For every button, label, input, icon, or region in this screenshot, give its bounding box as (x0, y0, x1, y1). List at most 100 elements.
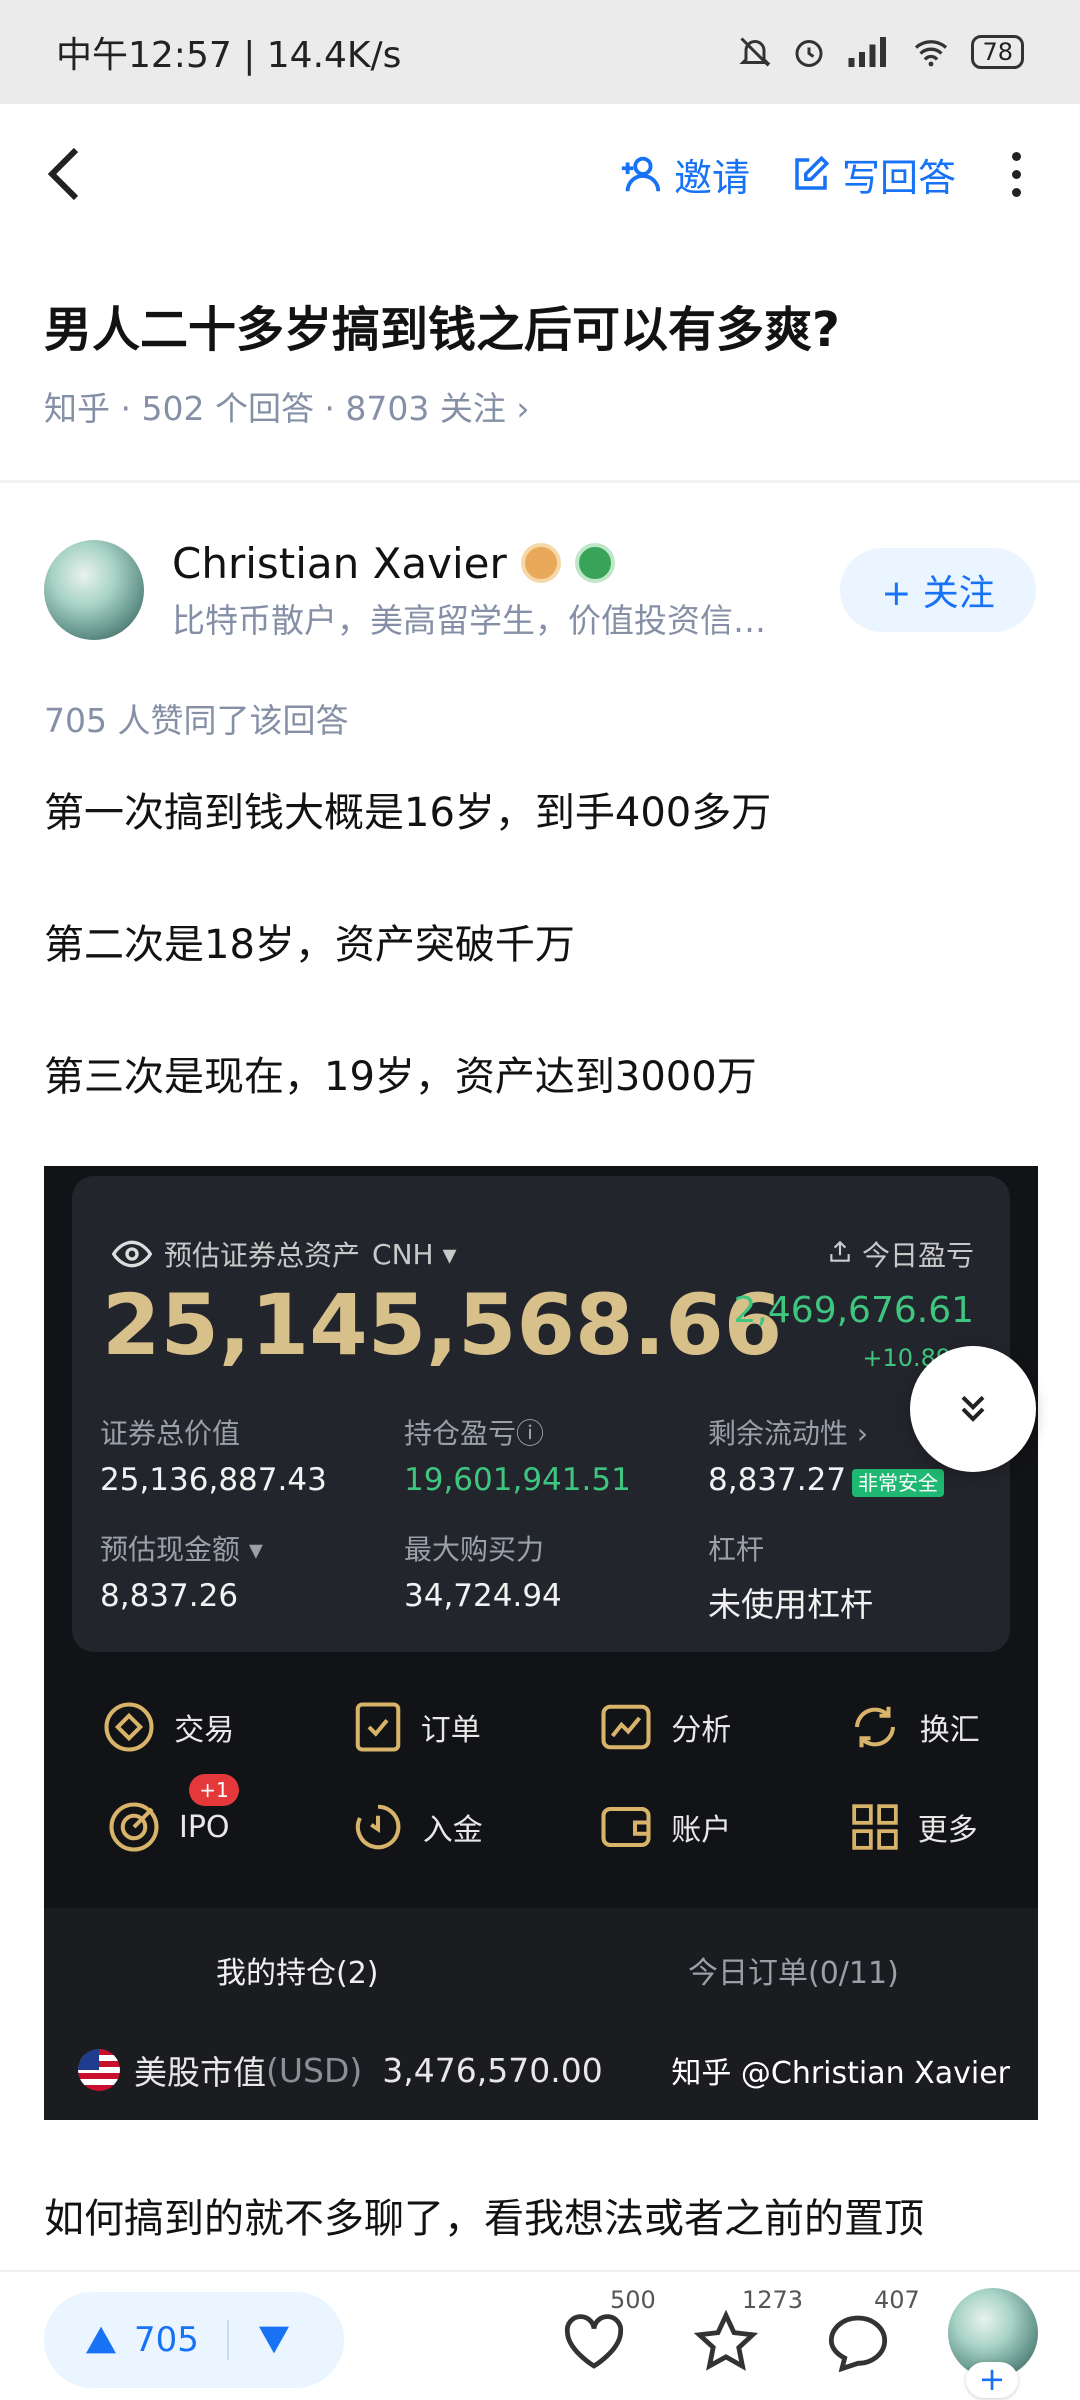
holdings-tabs: 我的持仓(2) 今日订单(0/11) 美股市值 (USD) 3,476,570.0… (44, 1908, 1038, 2120)
asset-summary-card: 预估证券总资产 CNH ▾ 今日盈亏 25,145,568.66 2,469,6… (72, 1176, 1010, 1652)
us-market-unit: (USD) (266, 2050, 363, 2090)
alarm-icon (795, 40, 823, 67)
ipo-badge: +1 (189, 1774, 239, 1806)
comment-count: 407 (874, 2286, 920, 2314)
share-icon (830, 1240, 850, 1262)
question-title[interactable]: 男人二十多岁搞到钱之后可以有多爽? (44, 290, 1044, 360)
author-row: Christian Xavier 比特币散户，美高留学生，价值投资信… + 关注 (44, 539, 1036, 640)
orders-icon (355, 1702, 401, 1752)
star-icon (693, 2310, 759, 2371)
answer-paragraph: 第一次搞到钱大概是16岁，到手400多万 (44, 790, 772, 836)
total-assets-value: 25,145,568.66 (102, 1276, 783, 1374)
like-button[interactable] (554, 2302, 634, 2382)
market-value-label: 证券总价值 (100, 1417, 241, 1450)
votes-summary: 705 人赞同了该回答 (44, 701, 349, 740)
question-meta[interactable]: 知乎 · 502 个回答 · 8703 关注 › (44, 382, 530, 430)
add-person-icon (621, 156, 661, 192)
menu-label: 交易 (174, 1713, 235, 1748)
eye-icon (112, 1240, 152, 1268)
battery-indicator: 78 (971, 35, 1024, 69)
app-bar: 邀请 写回答 (0, 104, 1080, 244)
menu-label: IPO (178, 1809, 230, 1845)
grid-icon (852, 1804, 898, 1850)
edit-icon (795, 155, 830, 190)
vote-separator (226, 2320, 229, 2360)
divider (0, 480, 1080, 483)
favorite-count: 1273 (742, 2286, 804, 2314)
trophy-badge-icon (574, 543, 615, 583)
tab-today-orders: 今日订单(0/11) (688, 1956, 899, 1991)
follow-plus-button[interactable]: + (966, 2362, 1018, 2398)
write-answer-label: 写回答 (841, 155, 956, 200)
total-assets-label: 预估证券总资产 (164, 1239, 361, 1272)
buying-power-value: 34,724.94 (404, 1578, 562, 1614)
today-pnl-value: 2,469,676.61 (733, 1290, 974, 1331)
like-count: 500 (610, 2286, 656, 2314)
answer-paragraph: 第三次是现在，19岁，资产达到3000万 (44, 1054, 757, 1100)
trade-icon (104, 1702, 154, 1752)
zhihu-watermark: 知乎 @Christian Xavier (671, 2056, 1010, 2091)
tab-holdings: 我的持仓(2) (216, 1956, 379, 1991)
collapse-answer-button[interactable] (910, 1346, 1036, 1472)
buying-power-label: 最大购买力 (404, 1533, 545, 1566)
bottom-action-bar: 705 500 1273 407 + (0, 2270, 1080, 2400)
upvote-count[interactable]: 705 (134, 2320, 199, 2360)
today-pnl-label-row: 今日盈亏 (827, 1234, 974, 1274)
safety-badge: 非常安全 (852, 1469, 945, 1497)
back-arrow-icon[interactable] (44, 146, 84, 202)
analysis-icon (601, 1704, 651, 1750)
bell-muted-icon (739, 37, 772, 67)
invite-button[interactable]: 邀请 (618, 147, 750, 202)
invite-label: 邀请 (673, 155, 750, 200)
us-market-label: 美股市值 (134, 2053, 266, 2092)
wallet-icon (601, 1806, 651, 1848)
author-avatar[interactable] (44, 540, 144, 640)
more-menu-icon[interactable] (996, 151, 1036, 197)
broker-menu-row-2: IPO +1 入金 账户 更多 (44, 1774, 1038, 1854)
menu-exchange: 换汇 (799, 1700, 1029, 1754)
comment-button[interactable] (818, 2302, 898, 2382)
favorite-button[interactable] (686, 2302, 766, 2382)
liquidity-label: 剩余流动性 › (708, 1417, 869, 1450)
write-answer-button[interactable]: 写回答 (790, 147, 956, 202)
menu-label: 更多 (917, 1813, 978, 1848)
answer-paragraph: 如何搞到的就不多聊了，看我想法或者之前的置顶 (44, 2196, 924, 2242)
liquidity-value: 8,837.27 (708, 1462, 847, 1498)
menu-ipo: IPO +1 (53, 1774, 283, 1854)
ipo-target-icon (109, 1802, 159, 1852)
menu-more: 更多 (799, 1800, 1029, 1854)
liquidity-row: 8,837.27 非常安全 (708, 1462, 945, 1498)
author-name[interactable]: Christian Xavier (172, 539, 507, 588)
cash-value: 8,837.26 (100, 1578, 239, 1614)
status-icons: 78 (737, 34, 1024, 70)
follow-button[interactable]: + 关注 (840, 548, 1036, 632)
us-market-value: 3,476,570.00 (382, 2050, 603, 2090)
signal-icon (848, 37, 887, 67)
menu-label: 订单 (420, 1713, 481, 1748)
menu-label: 入金 (422, 1813, 483, 1848)
crown-badge-icon (520, 543, 561, 583)
menu-label: 换汇 (919, 1713, 980, 1748)
total-assets-label-row: 预估证券总资产 CNH ▾ (112, 1234, 457, 1274)
cash-label: 预估现金额 ▾ (100, 1533, 263, 1566)
downvote-icon[interactable] (257, 2325, 291, 2355)
broker-menu-row-1: 交易 订单 分析 换汇 (44, 1700, 1038, 1754)
answer-image[interactable]: 预估证券总资产 CNH ▾ 今日盈亏 25,145,568.66 2,469,6… (44, 1166, 1038, 2120)
leverage-label: 杠杆 (708, 1533, 765, 1566)
today-pnl-label: 今日盈亏 (861, 1239, 974, 1272)
menu-label: 账户 (671, 1813, 732, 1848)
us-market-row: 美股市值 (USD) 3,476,570.00 (78, 2046, 603, 2094)
leverage-value: 未使用杠杆 (708, 1585, 873, 1624)
status-bar: 中午12:57 | 14.4K/s 78 (0, 0, 1080, 104)
menu-analysis: 分析 (550, 1700, 780, 1754)
vote-box: 705 (44, 2292, 344, 2388)
currency-selector: CNH ▾ (372, 1237, 457, 1271)
us-flag-icon (78, 2049, 120, 2091)
market-value: 25,136,887.43 (100, 1462, 327, 1498)
comment-icon (828, 2315, 888, 2372)
author-description: 比特币散户，美高留学生，价值投资信… (172, 600, 766, 640)
wifi-icon (915, 40, 948, 67)
upvote-icon[interactable] (84, 2325, 118, 2355)
heart-icon (564, 2314, 624, 2369)
menu-label: 分析 (671, 1713, 732, 1748)
